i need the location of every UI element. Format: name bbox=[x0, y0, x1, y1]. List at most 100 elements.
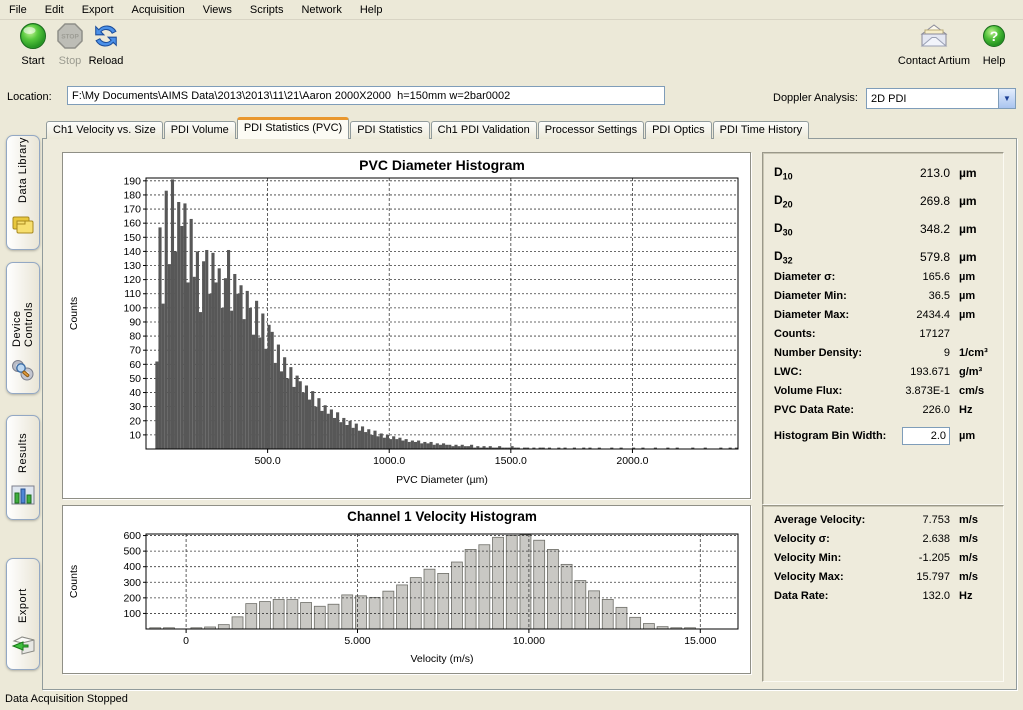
stat-row: D32 579.8 µm bbox=[763, 243, 1003, 271]
location-input[interactable] bbox=[67, 86, 665, 105]
svg-text:130: 130 bbox=[123, 260, 141, 272]
tab-pdi-time-history[interactable]: PDI Time History bbox=[713, 121, 810, 139]
menu-item[interactable]: Scripts bbox=[241, 2, 293, 18]
svg-text:Counts: Counts bbox=[68, 297, 80, 330]
svg-text:100: 100 bbox=[123, 608, 141, 620]
sidebar-item-device-controls[interactable]: Device Controls bbox=[6, 262, 40, 394]
svg-text:70: 70 bbox=[129, 345, 141, 357]
stat-row: Diameter σ: 165.6 µm bbox=[763, 271, 1003, 290]
start-button[interactable]: Start bbox=[12, 20, 54, 67]
svg-text:PVC Diameter (µm): PVC Diameter (µm) bbox=[396, 474, 488, 486]
contact-artium-button[interactable]: Contact Artium bbox=[893, 20, 975, 67]
menu-item[interactable]: Network bbox=[292, 2, 350, 18]
svg-text:160: 160 bbox=[123, 218, 141, 230]
pvc-diameter-histogram-chart: 1020304050607080901001101201301401501601… bbox=[63, 153, 746, 494]
histogram-bin-width-unit: µm bbox=[950, 430, 995, 442]
location-label: Location: bbox=[7, 91, 52, 103]
menu-item[interactable]: Acquisition bbox=[123, 2, 194, 18]
svg-text:400: 400 bbox=[123, 561, 141, 573]
svg-text:120: 120 bbox=[123, 274, 141, 286]
stat-row: Volume Flux: 3.873E-1 cm/s bbox=[763, 385, 1003, 404]
svg-text:60: 60 bbox=[129, 359, 141, 371]
svg-text:110: 110 bbox=[124, 288, 141, 300]
histogram-bin-width-label: Histogram Bin Width: bbox=[774, 430, 902, 442]
doppler-analysis-value: 2D PDI bbox=[867, 93, 998, 105]
svg-text:500.0: 500.0 bbox=[254, 455, 280, 467]
stat-row: Counts: 17127 bbox=[763, 328, 1003, 347]
reload-button[interactable]: Reload bbox=[84, 20, 128, 67]
svg-text:Velocity (m/s): Velocity (m/s) bbox=[410, 653, 473, 665]
chevron-down-icon[interactable]: ▼ bbox=[998, 89, 1015, 108]
gears-magnifier-icon bbox=[10, 357, 36, 383]
svg-text:10.000: 10.000 bbox=[513, 635, 545, 647]
tab-ch1-pdi-validation[interactable]: Ch1 PDI Validation bbox=[431, 121, 537, 139]
stat-row: LWC: 193.671 g/m³ bbox=[763, 366, 1003, 385]
svg-text:10: 10 bbox=[129, 429, 141, 441]
stat-row: Velocity Min: -1.205 m/s bbox=[763, 552, 1003, 571]
stat-row: Data Rate: 132.0 Hz bbox=[763, 590, 1003, 609]
stat-row: PVC Data Rate: 226.0 Hz bbox=[763, 404, 1003, 423]
svg-text:30: 30 bbox=[129, 401, 141, 413]
sidebar-item-results[interactable]: Results bbox=[6, 415, 40, 520]
help-button[interactable]: ? Help bbox=[976, 20, 1012, 67]
velocity-histogram-chart: 10020030040050060005.00010.00015.000Chan… bbox=[63, 506, 746, 669]
tab-pdi-optics[interactable]: PDI Optics bbox=[645, 121, 712, 139]
menu-item[interactable]: File bbox=[0, 2, 36, 18]
tab-ch1-velocity-vs-size[interactable]: Ch1 Velocity vs. Size bbox=[46, 121, 163, 139]
svg-text:15.000: 15.000 bbox=[684, 635, 716, 647]
tab-pdi-volume[interactable]: PDI Volume bbox=[164, 121, 236, 139]
svg-text:190: 190 bbox=[123, 175, 141, 187]
help-icon: ? bbox=[976, 20, 1012, 52]
toolbar: Start STOP Stop Reload Cont bbox=[0, 20, 1023, 80]
pvc-diameter-histogram-panel: 1020304050607080901001101201301401501601… bbox=[62, 152, 751, 499]
svg-text:100: 100 bbox=[123, 302, 141, 314]
svg-text:50: 50 bbox=[129, 373, 141, 385]
tab-bar: Ch1 Velocity vs. SizePDI VolumePDI Stati… bbox=[46, 119, 810, 139]
menu-bar: FileEditExportAcquisitionViewsScriptsNet… bbox=[0, 0, 1023, 20]
reload-icon bbox=[84, 20, 128, 52]
histogram-bin-width-row: Histogram Bin Width: µm bbox=[763, 423, 1003, 449]
svg-text:Counts: Counts bbox=[68, 565, 80, 598]
stat-row: Velocity σ: 2.638 m/s bbox=[763, 533, 1003, 552]
sidebar-item-data-library[interactable]: Data Library bbox=[6, 135, 40, 250]
diameter-statistics-panel: D10 213.0 µm D20 269.8 µm D30 348.2 µm D… bbox=[762, 152, 1004, 505]
results-chart-icon bbox=[10, 483, 36, 507]
envelope-icon bbox=[893, 20, 975, 52]
svg-text:20: 20 bbox=[129, 415, 141, 427]
tab-processor-settings[interactable]: Processor Settings bbox=[538, 121, 644, 139]
velocity-statistics-panel: Average Velocity: 7.753 m/s Velocity σ: … bbox=[762, 505, 1004, 682]
svg-text:170: 170 bbox=[123, 204, 141, 216]
svg-text:40: 40 bbox=[129, 387, 141, 399]
menu-item[interactable]: Views bbox=[194, 2, 241, 18]
svg-text:1000.0: 1000.0 bbox=[373, 455, 405, 467]
svg-text:500: 500 bbox=[123, 546, 141, 558]
stat-row: D30 348.2 µm bbox=[763, 215, 1003, 243]
doppler-analysis-label: Doppler Analysis: bbox=[773, 92, 858, 104]
svg-text:600: 600 bbox=[123, 530, 141, 542]
svg-text:150: 150 bbox=[123, 232, 141, 244]
svg-text:140: 140 bbox=[123, 246, 141, 258]
histogram-bin-width-input[interactable] bbox=[902, 427, 950, 445]
stat-row: D10 213.0 µm bbox=[763, 159, 1003, 187]
stat-row: D20 269.8 µm bbox=[763, 187, 1003, 215]
svg-text:5.000: 5.000 bbox=[344, 635, 370, 647]
status-bar-text: Data Acquisition Stopped bbox=[5, 693, 128, 705]
menu-item[interactable]: Export bbox=[73, 2, 123, 18]
stat-row: Average Velocity: 7.753 m/s bbox=[763, 514, 1003, 533]
tab-pdi-statistics[interactable]: PDI Statistics bbox=[350, 121, 429, 139]
stat-row: Number Density: 9 1/cm³ bbox=[763, 347, 1003, 366]
start-icon bbox=[12, 20, 54, 52]
svg-text:PVC Diameter Histogram: PVC Diameter Histogram bbox=[359, 157, 525, 173]
doppler-analysis-select[interactable]: 2D PDI ▼ bbox=[866, 88, 1016, 109]
svg-text:90: 90 bbox=[129, 316, 141, 328]
menu-item[interactable]: Edit bbox=[36, 2, 73, 18]
tab-pdi-statistics-pvc[interactable]: PDI Statistics (PVC) bbox=[237, 117, 349, 139]
svg-text:300: 300 bbox=[123, 577, 141, 589]
menu-item[interactable]: Help bbox=[351, 2, 392, 18]
export-arrow-icon bbox=[10, 633, 36, 657]
svg-text:?: ? bbox=[990, 28, 999, 44]
sidebar-item-export[interactable]: Export bbox=[6, 558, 40, 670]
stat-row: Diameter Min: 36.5 µm bbox=[763, 290, 1003, 309]
svg-text:1500.0: 1500.0 bbox=[495, 455, 527, 467]
svg-text:180: 180 bbox=[123, 189, 141, 201]
